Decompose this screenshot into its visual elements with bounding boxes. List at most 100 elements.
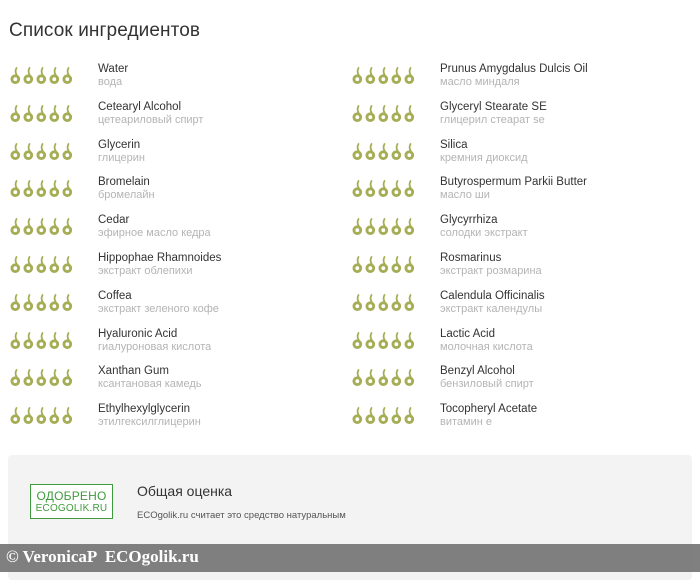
ingredient-name: Bromelain [98, 176, 150, 189]
ingredient-item[interactable]: Glycerin глицерин [9, 139, 339, 175]
drop-icon [351, 67, 364, 85]
ingredient-rating [351, 180, 416, 198]
ingredient-item[interactable]: Lactic Acid молочная кислота [351, 328, 681, 364]
drop-icon [351, 218, 364, 236]
ingredient-translation: экстракт зеленого кофе [98, 302, 219, 315]
drop-icon [390, 407, 403, 425]
ingredient-name: Calendula Officinalis [440, 289, 545, 302]
ingredient-rating [351, 104, 416, 123]
drop-icon [9, 256, 22, 274]
ingredient-translation: солодки экстракт [440, 227, 528, 240]
drop-icon [48, 67, 61, 85]
ingredient-item[interactable]: Xanthan Gum ксантановая камедь [9, 365, 339, 401]
drop-icon [48, 180, 61, 198]
ingredient-names: Bromelain бромелайн [98, 176, 155, 202]
ingredient-item[interactable]: Cedar эфирное масло кедра [9, 214, 339, 250]
ingredient-names: Butyrospermum Parkii Butter масло ши [440, 176, 587, 202]
drop-icon [22, 256, 35, 274]
ingredient-item[interactable]: Benzyl Alcohol бензиловый спирт [351, 365, 681, 401]
ingredient-item[interactable]: Cetearyl Alcohol цетеариловый спирт [9, 101, 339, 137]
ingredient-item[interactable]: Prunus Amygdalus Dulcis Oil масло миндаля [351, 63, 681, 99]
ingredient-names: Xanthan Gum ксантановая камедь [98, 365, 201, 391]
badge-approved-text: ОДОБРЕНО [36, 489, 107, 503]
ingredient-translation: витамин е [440, 416, 492, 429]
drop-icon [351, 180, 364, 198]
drop-icon [390, 293, 403, 312]
drop-icon [61, 293, 74, 312]
ingredient-rating [9, 180, 74, 198]
drop-icon [35, 104, 48, 123]
drop-icon [364, 218, 377, 236]
drop-icon [61, 180, 74, 198]
drop-icon [377, 293, 390, 312]
ingredient-rating [9, 293, 74, 312]
drop-icon [22, 407, 35, 425]
drop-icon [377, 104, 390, 123]
drop-icon [35, 331, 48, 350]
drop-icon [364, 369, 377, 387]
ingredient-item[interactable]: Silica кремния диоксид [351, 139, 681, 175]
drop-icon [364, 142, 377, 161]
ingredient-item[interactable]: Bromelain бромелайн [9, 176, 339, 212]
drop-icon [351, 407, 364, 425]
drop-icon [377, 369, 390, 387]
watermark-text: © VeronicaP ECOgolik.ru [6, 547, 199, 566]
drop-icon [48, 407, 61, 425]
drop-icon [35, 293, 48, 312]
ingredient-names: Calendula Officinalis экстракт календулы [440, 290, 545, 316]
ingredient-names: Hippophae Rhamnoides экстракт облепихи [98, 252, 221, 278]
drop-icon [377, 67, 390, 85]
ingredient-name: Cetearyl Alcohol [98, 100, 182, 113]
drop-icon [390, 180, 403, 198]
ingredient-translation: кремния диоксид [440, 151, 528, 164]
ingredient-rating [9, 256, 74, 274]
ingredient-translation: масло миндаля [440, 76, 520, 88]
ingredient-name: Glycyrrhiza [440, 214, 498, 227]
ingredient-item[interactable]: Glyceryl Stearate SE глицерил стеарат se [351, 101, 681, 137]
ingredient-rating [9, 218, 74, 236]
ingredient-item[interactable]: Coffea экстракт зеленого кофе [9, 290, 339, 326]
ingredient-name: Glycerin [98, 138, 141, 151]
ingredient-translation: глицерил стеарат se [440, 113, 545, 126]
ingredient-names: Tocopheryl Acetate витамин е [440, 403, 537, 429]
ingredient-translation: эфирное масло кедра [98, 227, 211, 240]
ingredient-item[interactable]: Glycyrrhiza солодки экстракт [351, 214, 681, 250]
ingredient-item[interactable]: Water вода [9, 63, 339, 99]
ingredient-names: Water вода [98, 63, 128, 89]
ingredient-item[interactable]: Hippophae Rhamnoides экстракт облепихи [9, 252, 339, 288]
drop-icon [403, 67, 416, 85]
drop-icon [61, 369, 74, 387]
ingredient-translation: молочная кислота [440, 340, 533, 353]
ingredient-item[interactable]: Ethylhexylglycerin этилгексилглицерин [9, 403, 339, 439]
drop-icon [48, 104, 61, 123]
drop-icon [377, 407, 390, 425]
drop-icon [9, 369, 22, 387]
ingredient-name: Glyceryl Stearate SE [440, 100, 547, 113]
drop-icon [351, 256, 364, 274]
ingredient-names: Glyceryl Stearate SE глицерил стеарат se [440, 101, 547, 127]
drop-icon [22, 67, 35, 85]
drop-icon [364, 180, 377, 198]
drop-icon [390, 256, 403, 274]
ingredient-item[interactable]: Calendula Officinalis экстракт календулы [351, 290, 681, 326]
ingredient-item[interactable]: Hyaluronic Acid гиалуроновая кислота [9, 328, 339, 364]
drop-icon [351, 104, 364, 123]
drop-icon [35, 218, 48, 236]
ingredient-translation: бензиловый спирт [440, 378, 534, 391]
ingredient-name: Lactic Acid [440, 327, 495, 340]
ingredient-name: Silica [440, 138, 468, 151]
ingredient-rating [351, 218, 416, 236]
drop-icon [364, 407, 377, 425]
ingredient-names: Coffea экстракт зеленого кофе [98, 290, 219, 316]
ingredient-item[interactable]: Butyrospermum Parkii Butter масло ши [351, 176, 681, 212]
ingredient-translation: экстракт розмарина [440, 265, 542, 277]
drop-icon [403, 293, 416, 312]
watermark-bar: © VeronicaP ECOgolik.ru [0, 544, 700, 572]
drop-icon [48, 218, 61, 236]
drop-icon [351, 142, 364, 161]
ingredient-item[interactable]: Tocopheryl Acetate витамин е [351, 403, 681, 439]
ingredient-names: Silica кремния диоксид [440, 139, 528, 165]
ingredient-item[interactable]: Rosmarinus экстракт розмарина [351, 252, 681, 288]
drop-icon [377, 180, 390, 198]
drop-icon [403, 104, 416, 123]
